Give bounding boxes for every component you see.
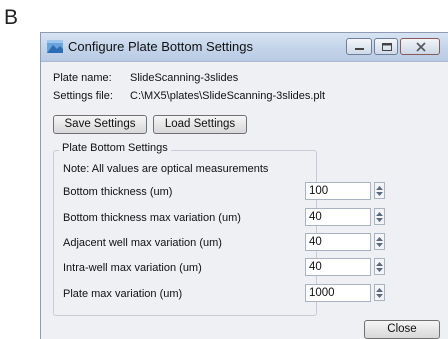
spin-down-icon[interactable] [375, 267, 384, 274]
settings-file-value: C:\MX5\plates\SlideScanning-3slides.plt [130, 90, 326, 102]
spin-down-icon[interactable] [375, 191, 384, 198]
intra-well-variation-spinner[interactable] [374, 258, 385, 275]
minimize-button[interactable] [346, 38, 372, 55]
adjacent-well-variation-label: Adjacent well max variation (um) [63, 237, 222, 249]
close-button[interactable]: Close [364, 320, 440, 339]
title-bar[interactable]: Configure Plate Bottom Settings [41, 33, 448, 62]
adjacent-well-variation-spinner[interactable] [374, 233, 385, 250]
intra-well-variation-label: Intra-well max variation (um) [63, 262, 202, 274]
minimize-icon [355, 48, 364, 50]
group-title: Plate Bottom Settings [59, 142, 171, 154]
spin-up-icon[interactable] [375, 210, 384, 217]
panel-letter: B [4, 6, 19, 29]
load-settings-button[interactable]: Load Settings [153, 115, 247, 134]
plate-max-variation-input[interactable] [305, 284, 371, 302]
spin-down-icon[interactable] [375, 217, 384, 224]
settings-file-label: Settings file: [53, 90, 113, 102]
intra-well-variation-input[interactable] [305, 258, 371, 276]
maximize-button[interactable] [374, 38, 398, 55]
settings-window: Configure Plate Bottom Settings Plate na… [40, 32, 448, 339]
plate-max-variation-label: Plate max variation (um) [63, 288, 183, 300]
save-settings-button[interactable]: Save Settings [53, 115, 147, 134]
bottom-thickness-label: Bottom thickness (um) [63, 186, 173, 198]
app-icon [47, 40, 63, 53]
bottom-thickness-input[interactable] [305, 182, 371, 200]
maximize-icon [382, 43, 392, 51]
bottom-thickness-spinner[interactable] [374, 182, 385, 199]
spin-up-icon[interactable] [375, 235, 384, 242]
bottom-thickness-variation-input[interactable] [305, 208, 371, 226]
spin-up-icon[interactable] [375, 184, 384, 191]
spin-up-icon[interactable] [375, 286, 384, 293]
plate-max-variation-spinner[interactable] [374, 284, 385, 301]
close-x-icon [416, 42, 426, 52]
window-close-button[interactable] [400, 38, 440, 55]
plate-name-value: SlideScanning-3slides [130, 72, 239, 84]
bottom-thickness-variation-spinner[interactable] [374, 208, 385, 225]
spin-down-icon[interactable] [375, 242, 384, 249]
window-title: Configure Plate Bottom Settings [68, 39, 253, 54]
adjacent-well-variation-input[interactable] [305, 233, 371, 251]
spin-up-icon[interactable] [375, 260, 384, 267]
window-content: Plate name: SlideScanning-3slides Settin… [41, 62, 448, 339]
plate-name-label: Plate name: [53, 72, 112, 84]
measurement-note: Note: All values are optical measurement… [63, 163, 269, 175]
spin-down-icon[interactable] [375, 293, 384, 300]
bottom-thickness-variation-label: Bottom thickness max variation (um) [63, 212, 241, 224]
